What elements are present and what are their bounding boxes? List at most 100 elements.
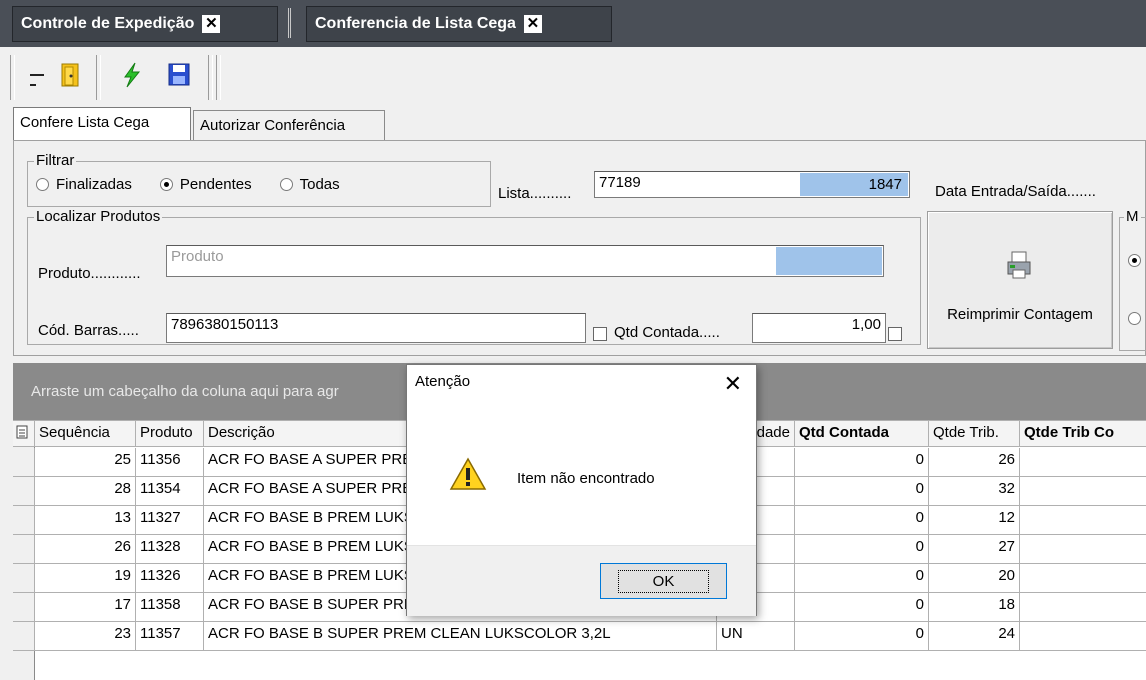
cell-sequencia[interactable]: 13 [35,506,136,535]
cell-qtd-contada[interactable]: 0 [795,477,929,506]
cell-qtd-contada[interactable]: 0 [795,535,929,564]
dialog-footer: OK [407,545,756,616]
close-icon[interactable]: ✕ [724,371,742,397]
close-icon[interactable]: ✕ [523,15,542,33]
radio-pendentes[interactable]: Pendentes [159,176,252,193]
cell-qtde-trib-co[interactable] [1020,593,1146,622]
cell-sequencia[interactable]: 19 [35,564,136,593]
row-indicator[interactable] [13,477,35,506]
radio-todas[interactable]: Todas [279,176,340,193]
col-header-sequencia[interactable]: Sequência [35,420,136,447]
cell-produto[interactable]: 11326 [136,564,204,593]
doc-tab-controle-expedicao[interactable]: Controle de Expedição ✕ [12,6,278,42]
attention-dialog: Atenção ✕ Item não encontrado OK [406,364,757,616]
radio-label: Finalizadas [56,176,132,193]
cell-qtde-trib[interactable]: 26 [929,448,1020,477]
cell-qtde-trib[interactable]: 20 [929,564,1020,593]
doc-tab-label: Controle de Expedição [21,15,195,32]
cell-sequencia[interactable]: 25 [35,448,136,477]
toolbar-divider [216,55,221,100]
row-indicator[interactable] [13,506,35,535]
row-indicator[interactable] [13,535,35,564]
reimprimir-contagem-button[interactable]: Reimprimir Contagem [927,211,1113,349]
col-header-unidade-label: dade [756,424,790,441]
col-header-qtd-contada[interactable]: Qtd Contada [795,420,929,447]
cell-descricao[interactable]: ACR FO BASE B SUPER PREM CLEAN LUKSCOLOR… [204,622,717,651]
tab-confere-lista-cega[interactable]: Confere Lista Cega [13,107,191,141]
row-indicator[interactable] [13,593,35,622]
cell-qtde-trib-co[interactable] [1020,506,1146,535]
cell-sequencia[interactable]: 26 [35,535,136,564]
warning-icon [449,457,487,495]
cell-qtde-trib-co[interactable] [1020,535,1146,564]
lightning-icon[interactable] [116,59,146,91]
cell-qtde-trib[interactable]: 18 [929,593,1020,622]
cell-qtde-trib-co[interactable] [1020,564,1146,593]
save-disk-icon[interactable] [164,59,194,91]
document-tab-bar: Controle de Expedição ✕ Conferencia de L… [0,0,1146,47]
lista-count: 1847 [800,173,908,196]
toolbar [0,47,1146,107]
cell-qtde-trib-co[interactable] [1020,622,1146,651]
col-header-qtde-trib-co[interactable]: Qtde Trib Co [1020,420,1146,447]
cell-produto[interactable]: 11327 [136,506,204,535]
data-entrada-saida-label: Data Entrada/Saída....... [935,183,1096,200]
radio-button[interactable] [1128,312,1141,325]
radio-button[interactable] [36,178,49,191]
cell-qtde-trib[interactable]: 12 [929,506,1020,535]
column-chooser-icon[interactable] [13,420,35,447]
cell-qtd-contada[interactable]: 0 [795,564,929,593]
cell-qtd-contada[interactable]: 0 [795,593,929,622]
cell-qtd-contada[interactable]: 0 [795,448,929,477]
cell-sequencia[interactable]: 23 [35,622,136,651]
radio-button-selected[interactable] [159,178,173,191]
cell-qtde-trib-co[interactable] [1020,448,1146,477]
cell-qtd-contada[interactable]: 0 [795,506,929,535]
radio-finalizadas[interactable]: Finalizadas [36,176,132,193]
row-indicator[interactable] [13,622,35,651]
right-group: M [1119,208,1146,351]
tab-label: Autorizar Conferência [200,117,346,134]
cell-unidade[interactable]: UN [717,622,795,651]
close-icon[interactable]: ✕ [202,15,221,33]
row-indicator[interactable] [13,448,35,477]
tab-content-panel: Filtrar Finalizadas Pendentes Todas List… [13,140,1146,356]
doc-tab-label: Conferencia de Lista Cega [315,15,516,32]
minus-icon[interactable] [22,59,52,91]
col-header-qtde-trib[interactable]: Qtde Trib. [929,420,1020,447]
col-header-produto[interactable]: Produto [136,420,204,447]
doc-tab-conferencia-lista-cega[interactable]: Conferencia de Lista Cega ✕ [306,6,612,42]
ok-button[interactable]: OK [600,563,727,599]
cell-produto[interactable]: 11328 [136,535,204,564]
exit-door-icon[interactable] [56,59,86,91]
filtrar-title: Filtrar [34,152,77,169]
produto-code-highlight [776,247,882,275]
cod-barras-input[interactable]: 7896380150113 [166,313,586,343]
right-group-title: M [1124,208,1141,225]
row-indicator[interactable] [13,564,35,593]
dialog-message: Item não encontrado [517,470,655,487]
cell-qtde-trib-co[interactable] [1020,477,1146,506]
group-by-hint: Arraste um cabeçalho da coluna aqui para… [31,383,339,400]
cell-produto[interactable]: 11356 [136,448,204,477]
cell-qtde-trib[interactable]: 32 [929,477,1020,506]
cell-sequencia[interactable]: 17 [35,593,136,622]
toolbar-grip[interactable] [10,55,15,100]
filtrar-group: Filtrar Finalizadas Pendentes Todas [27,152,491,207]
tab-autorizar-conferencia[interactable]: Autorizar Conferência [193,110,385,140]
cell-qtde-trib[interactable]: 27 [929,535,1020,564]
cell-produto[interactable]: 11357 [136,622,204,651]
cod-barras-checkbox[interactable] [593,327,607,341]
cell-qtd-contada[interactable]: 0 [795,622,929,651]
cell-produto[interactable]: 11358 [136,593,204,622]
radio-button[interactable] [279,178,293,191]
cell-produto[interactable]: 11354 [136,477,204,506]
qtd-contada-checkbox[interactable] [888,327,902,341]
qtd-contada-input[interactable]: 1,00 [752,313,886,343]
qtd-contada-label: Qtd Contada..... [614,324,720,341]
lista-label: Lista.......... [498,185,572,202]
printer-icon [1006,250,1034,284]
cell-sequencia[interactable]: 28 [35,477,136,506]
radio-button-selected[interactable] [1128,254,1141,267]
cell-qtde-trib[interactable]: 24 [929,622,1020,651]
